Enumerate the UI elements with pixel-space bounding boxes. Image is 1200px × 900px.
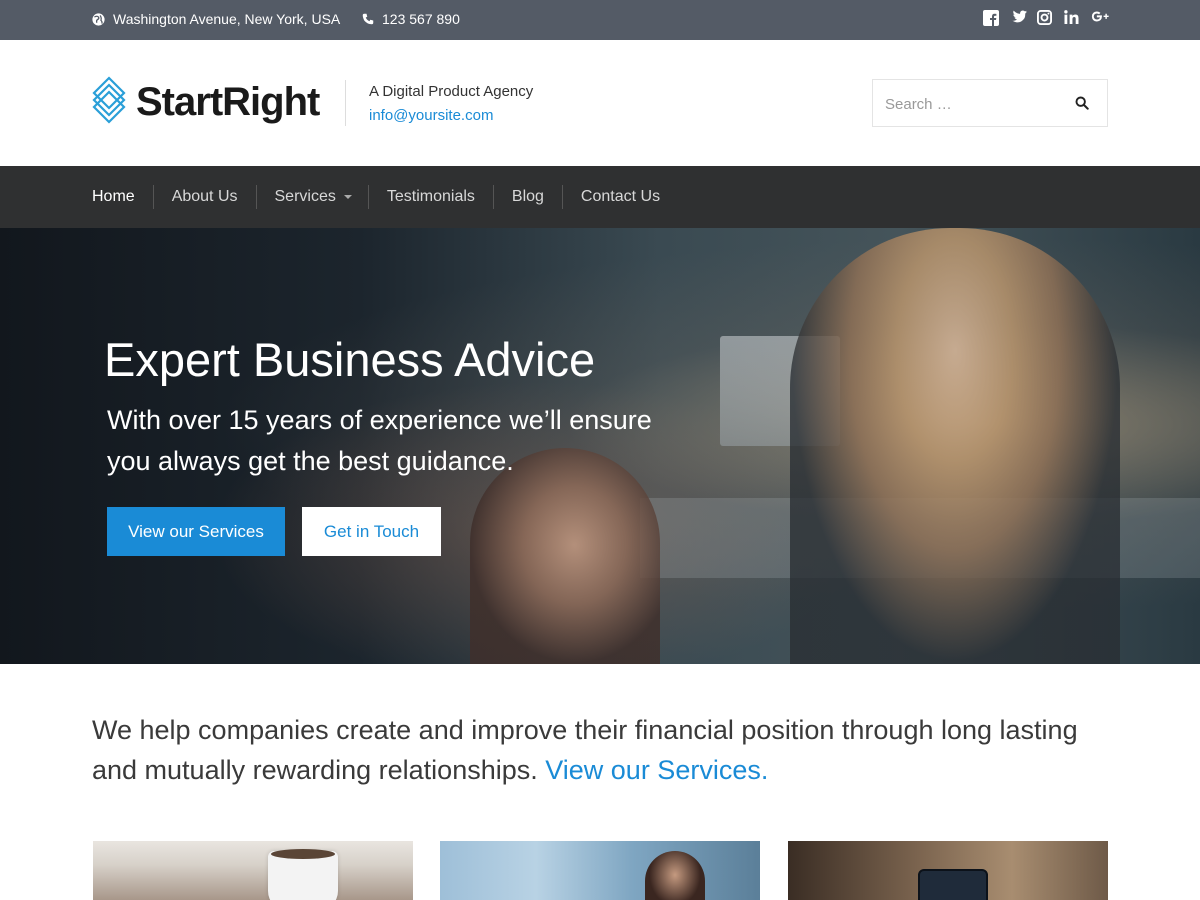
phone-text: 123 567 890 [382, 11, 460, 27]
address-text: Washington Avenue, New York, USA [113, 11, 341, 27]
phone[interactable]: 123 567 890 [362, 11, 460, 27]
phone-icon [362, 13, 374, 25]
twitter-icon[interactable] [1010, 10, 1027, 28]
nav-label: Services [274, 188, 336, 205]
service-card-image[interactable] [440, 841, 760, 900]
nav-item-testimonials[interactable]: Testimonials [367, 185, 493, 209]
site-header: StartRight A Digital Product Agency info… [0, 40, 1200, 166]
hero-photo-person [790, 228, 1120, 664]
nav-item-about-us[interactable]: About Us [152, 185, 256, 209]
view-services-button[interactable]: View our Services [107, 507, 285, 556]
nav-label: About Us [171, 188, 238, 205]
nav-item-contact-us[interactable]: Contact Us [561, 185, 678, 209]
search-icon[interactable] [1075, 96, 1091, 112]
view-services-link[interactable]: View our Services. [545, 755, 768, 785]
service-card-image[interactable] [788, 841, 1108, 900]
smartphone-image [918, 869, 988, 900]
tagline: A Digital Product Agency [369, 83, 534, 100]
service-card-image[interactable] [93, 841, 413, 900]
nav-item-services[interactable]: Services [255, 185, 368, 209]
nav-item-home[interactable]: Home [92, 185, 153, 209]
person-image [645, 851, 705, 900]
logo[interactable]: StartRight [92, 76, 320, 129]
nav-label: Contact Us [580, 188, 661, 205]
diamond-logo-icon [92, 76, 126, 129]
instagram-icon[interactable] [1037, 10, 1053, 28]
header-divider [345, 80, 346, 126]
nav-label: Blog [511, 188, 544, 205]
linkedin-icon[interactable] [1064, 10, 1080, 28]
main-nav: Home About Us Services Testimonials Blog… [0, 166, 1200, 228]
social-links [983, 10, 1109, 28]
search-box [872, 79, 1108, 127]
get-in-touch-button[interactable]: Get in Touch [302, 507, 441, 556]
globe-icon [92, 12, 105, 26]
google-plus-icon[interactable] [1091, 10, 1109, 28]
logo-text: StartRight [136, 80, 320, 124]
nav-item-blog[interactable]: Blog [492, 185, 562, 209]
email-link[interactable]: info@yoursite.com [369, 107, 493, 124]
nav-label: Home [92, 188, 135, 205]
intro-text: We help companies create and improve the… [92, 710, 1122, 790]
hero-subtitle: With over 15 years of experience we’ll e… [107, 405, 652, 476]
coffee-surface-image [271, 849, 335, 859]
search-input[interactable] [885, 92, 1065, 116]
hero-banner: Expert Business Advice With over 15 year… [0, 228, 1200, 664]
nav-label: Testimonials [386, 188, 475, 205]
caret-down-icon [343, 195, 352, 199]
hero-title: Expert Business Advice [104, 333, 596, 386]
top-bar: Washington Avenue, New York, USA 123 567… [0, 0, 1200, 40]
address: Washington Avenue, New York, USA [92, 11, 340, 27]
facebook-icon[interactable] [983, 10, 999, 28]
